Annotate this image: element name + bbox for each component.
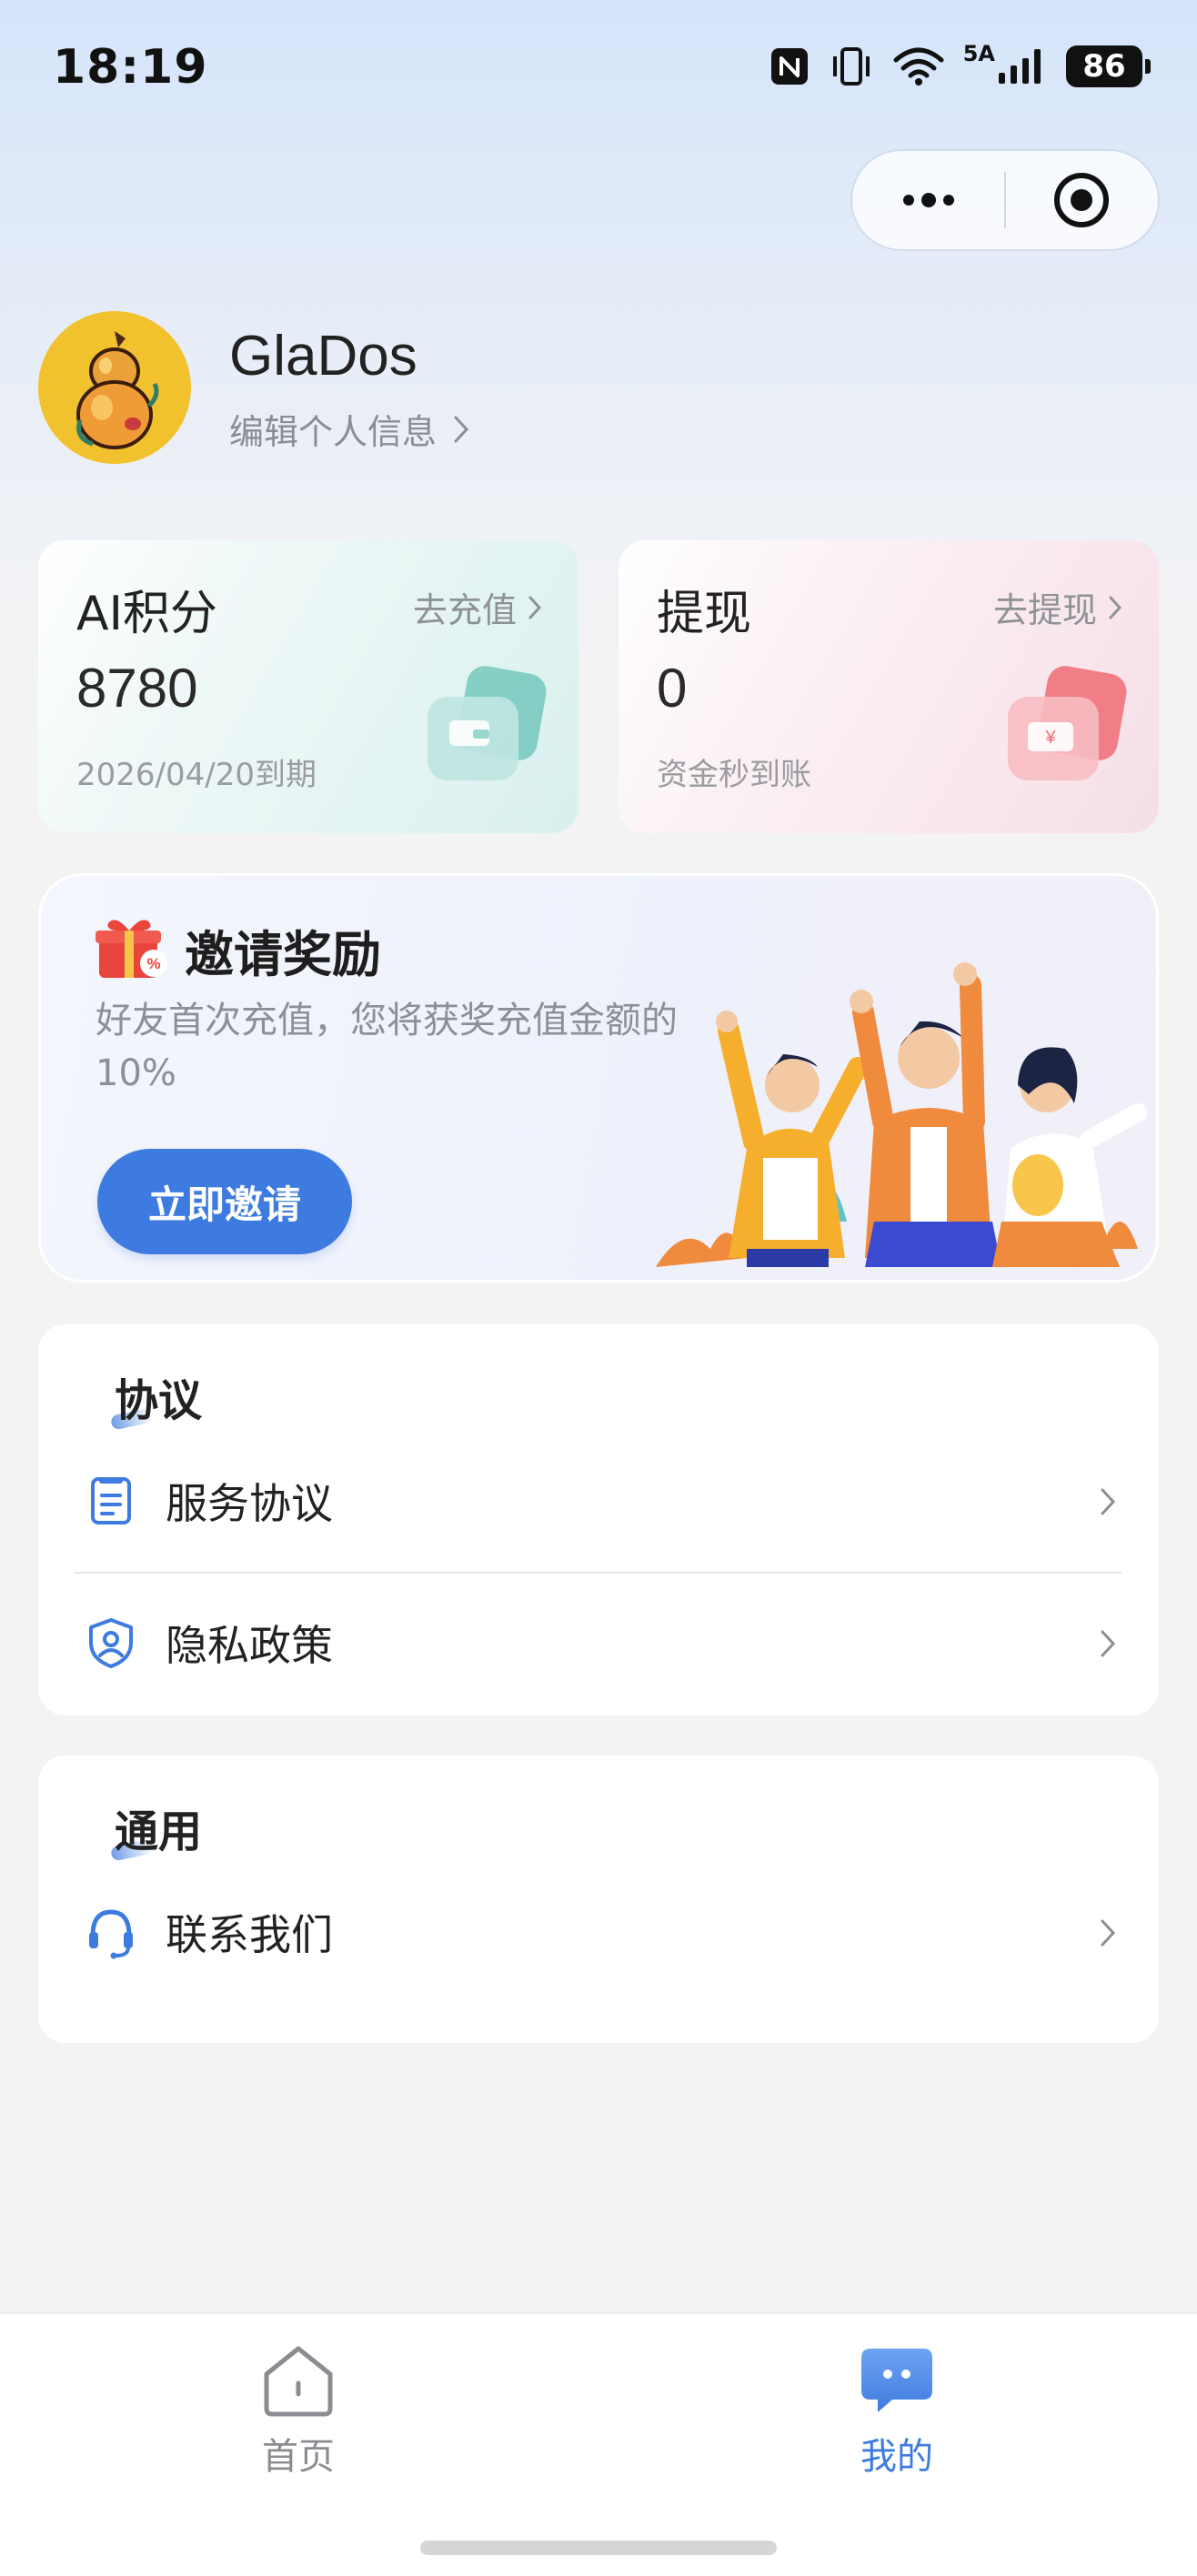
tab-mine[interactable]: 我的 (797, 2341, 997, 2480)
general-section: 通用 联系我们 (38, 1756, 1159, 2043)
more-dots-icon (902, 193, 954, 207)
invite-description: 好友首次充值，您将获奖充值金额的10% (96, 1000, 678, 1094)
withdraw-title: 提现 (657, 587, 752, 641)
tab-mine-label: 我的 (860, 2436, 933, 2478)
bottom-tab-bar: 首页 我的 (0, 2312, 1197, 2576)
recharge-link-label: 去充值 (412, 590, 517, 630)
home-indicator[interactable] (420, 2541, 777, 2555)
chevron-right-icon (454, 416, 469, 442)
edit-profile-link[interactable]: 编辑个人信息 (229, 404, 469, 454)
more-button[interactable] (852, 151, 1004, 249)
withdraw-value: 0 (657, 658, 688, 719)
service-agreement-row[interactable]: 服务协议 (38, 1437, 1159, 1565)
celebrating-people-illustration (647, 949, 1156, 1280)
headset-icon (89, 1909, 133, 1959)
battery-level: 86 (1082, 48, 1126, 85)
gift-icon: % (94, 912, 170, 985)
contact-us-row[interactable]: 联系我们 (38, 1868, 1159, 1996)
svg-text:¥: ¥ (1044, 728, 1056, 748)
network-type-label: 5A (962, 41, 995, 66)
withdraw-link-label: 去提现 (992, 590, 1097, 630)
invite-reward-banner: % 邀请奖励 好友首次充值，您将获奖充值金额的10% 立即邀请 (38, 873, 1159, 1283)
ai-points-expiry: 2026/04/20到期 (76, 757, 317, 793)
general-section-title: 通用 (115, 1806, 203, 1857)
chevron-right-icon (1101, 1630, 1116, 1657)
svg-text:%: % (146, 955, 160, 972)
close-target-icon (1054, 173, 1110, 227)
ticket-icon: ¥ (995, 657, 1132, 797)
nfc-icon (770, 48, 808, 85)
shield-user-icon (89, 1618, 133, 1668)
agreement-section: 协议 服务协议 隐私政策 (38, 1324, 1159, 1716)
username: GlaDos (229, 325, 417, 387)
row-divider (75, 1572, 1122, 1574)
edit-profile-label: 编辑个人信息 (229, 412, 438, 452)
contact-us-label: 联系我们 (166, 1910, 333, 1959)
status-bar: 18:19 5A 86 (0, 0, 1197, 136)
invite-title: 邀请奖励 (185, 926, 381, 983)
home-icon (264, 2346, 333, 2417)
miniprogram-capsule (850, 149, 1160, 251)
ai-points-title: AI积分 (76, 587, 217, 641)
recharge-link[interactable]: 去充值 (413, 582, 542, 632)
privacy-policy-row[interactable]: 隐私政策 (38, 1579, 1159, 1706)
chevron-right-icon (528, 596, 542, 619)
status-time: 18:19 (53, 40, 208, 95)
chevron-right-icon (1109, 596, 1122, 619)
service-agreement-label: 服务协议 (166, 1479, 333, 1528)
agreement-section-title: 协议 (115, 1375, 203, 1426)
profile-page: 18:19 5A 86 GlaDos 编辑个人信息 AI积分 去充值 8780 … (0, 0, 1197, 2576)
wifi-icon (893, 47, 944, 86)
chevron-right-icon (1101, 1919, 1116, 1947)
status-icons: 5A 86 (769, 41, 1151, 87)
document-icon (91, 1477, 131, 1524)
wallet-icon (415, 657, 551, 797)
signal-icon (999, 49, 1041, 84)
withdraw-link[interactable]: 去提现 (993, 582, 1122, 632)
invite-now-button[interactable]: 立即邀请 (97, 1149, 352, 1254)
tab-home[interactable]: 首页 (198, 2341, 398, 2480)
tab-home-label: 首页 (262, 2436, 335, 2478)
withdraw-subtitle: 资金秒到账 (657, 757, 811, 793)
battery-icon: 86 (1066, 45, 1151, 87)
ai-points-card[interactable]: AI积分 去充值 8780 2026/04/20到期 (38, 540, 578, 833)
close-miniprogram-button[interactable] (1006, 151, 1158, 249)
chat-bubble-icon (861, 2349, 932, 2412)
withdraw-card[interactable]: 提现 去提现 0 资金秒到账 ¥ (619, 540, 1159, 833)
chevron-right-icon (1101, 1488, 1116, 1515)
vibrate-icon (832, 47, 870, 86)
ai-points-value: 8780 (76, 658, 198, 719)
avatar[interactable] (38, 311, 191, 464)
privacy-policy-label: 隐私政策 (166, 1621, 333, 1670)
